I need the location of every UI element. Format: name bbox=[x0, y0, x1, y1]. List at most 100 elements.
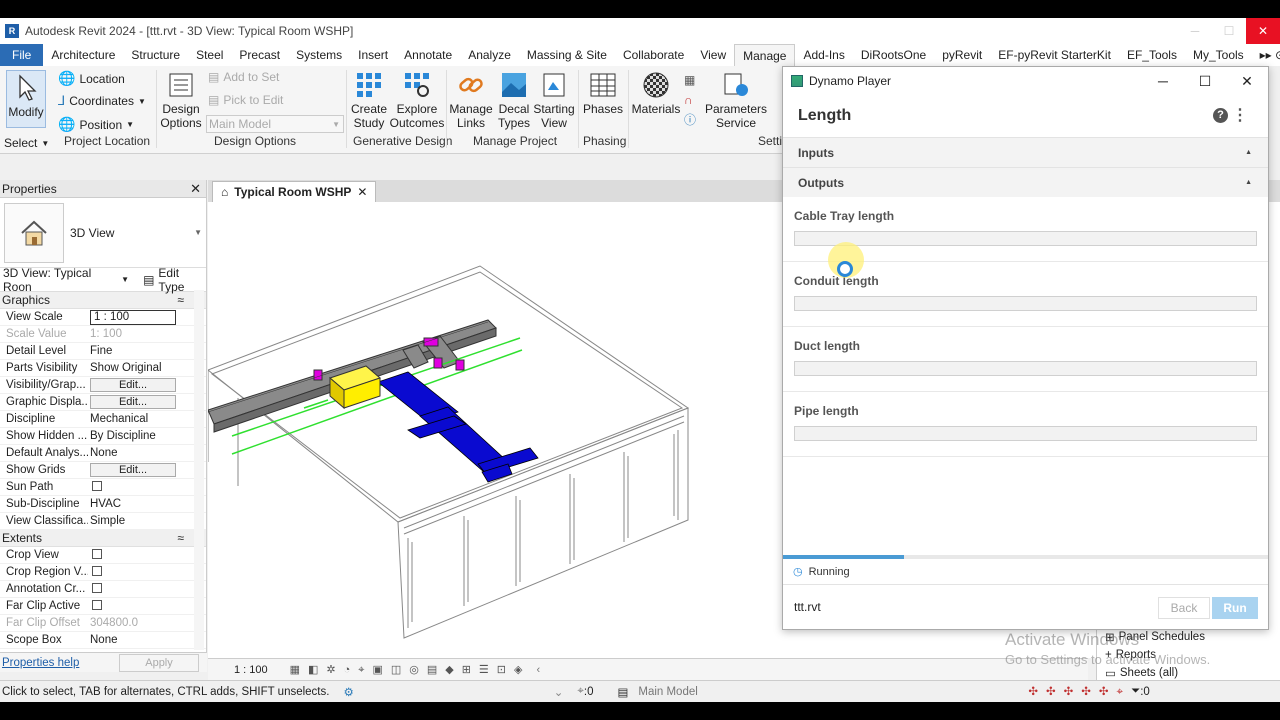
tab-massing-site[interactable]: Massing & Site bbox=[519, 44, 615, 66]
checkbox[interactable] bbox=[92, 582, 102, 593]
view-tab[interactable]: ⌂ Typical Room WSHP ✕ bbox=[212, 181, 377, 202]
property-value[interactable] bbox=[88, 650, 206, 651]
property-value[interactable]: Edit... bbox=[88, 395, 206, 409]
tab-insert[interactable]: Insert bbox=[350, 44, 396, 66]
worksets-icon[interactable]: ⚙ bbox=[343, 685, 353, 699]
close-icon[interactable]: ✕ bbox=[1246, 18, 1280, 44]
instance-selector[interactable]: 3D View: Typical Roon bbox=[3, 266, 119, 294]
add-to-set-button[interactable]: ▤ Add to Set bbox=[208, 70, 279, 84]
tab-view[interactable]: View bbox=[692, 44, 734, 66]
property-value[interactable]: None bbox=[88, 634, 206, 646]
edit-button[interactable]: Edit... bbox=[90, 463, 176, 477]
tab-collaborate[interactable]: Collaborate bbox=[615, 44, 692, 66]
checkbox[interactable] bbox=[92, 548, 102, 559]
project-info-icon[interactable]: ⓘ bbox=[684, 110, 696, 130]
filter-icon[interactable]: ⏷ bbox=[1131, 685, 1140, 698]
properties-scrollbar[interactable] bbox=[194, 290, 204, 650]
duct-length-output[interactable] bbox=[794, 361, 1257, 376]
more-options-icon[interactable]: ⋮ bbox=[1232, 105, 1248, 125]
property-value[interactable] bbox=[88, 582, 206, 596]
design-options-button[interactable]: Design Options bbox=[160, 70, 202, 130]
property-value[interactable]: By Discipline bbox=[88, 430, 206, 442]
pipe-length-output[interactable] bbox=[794, 426, 1257, 441]
conduit-length-output[interactable] bbox=[794, 296, 1257, 311]
active-design-option[interactable]: Main Model bbox=[638, 686, 768, 698]
run-button[interactable]: Run bbox=[1212, 597, 1258, 619]
property-value[interactable]: Show Original bbox=[88, 362, 206, 374]
property-value[interactable]: 304800.0 bbox=[88, 617, 206, 629]
modify-button[interactable]: Modify bbox=[6, 70, 46, 128]
cable-tray-length-output[interactable] bbox=[794, 231, 1257, 246]
decal-types-button[interactable]: Decal Types bbox=[496, 70, 532, 130]
tab-dirootsone[interactable]: DiRootsOne bbox=[853, 44, 934, 66]
outputs-section[interactable]: Outputs ▲ bbox=[783, 167, 1268, 197]
graphics-group-header[interactable]: Graphics ≈ bbox=[0, 292, 206, 309]
checkbox[interactable] bbox=[92, 599, 102, 610]
manage-links-button[interactable]: Manage Links bbox=[449, 70, 493, 130]
property-value[interactable]: None bbox=[88, 447, 206, 459]
help-icon[interactable]: ? bbox=[1213, 108, 1228, 123]
view-scale-control[interactable]: 1 : 100 bbox=[234, 664, 268, 676]
scroll-left-icon[interactable]: ‹ bbox=[536, 664, 540, 676]
tab-annotate[interactable]: Annotate bbox=[396, 44, 460, 66]
tab-architecture[interactable]: Architecture bbox=[43, 44, 123, 66]
property-value[interactable] bbox=[88, 565, 206, 579]
extents-group-header[interactable]: Extents ≈ bbox=[0, 530, 206, 547]
tab-precast[interactable]: Precast bbox=[231, 44, 288, 66]
coordinates-button[interactable]: ⅃ Coordinates ▼ bbox=[58, 93, 146, 109]
property-value[interactable] bbox=[88, 480, 206, 494]
explore-outcomes-button[interactable]: Explore Outcomes bbox=[390, 70, 444, 130]
checkbox[interactable] bbox=[92, 565, 102, 576]
tab-add-ins[interactable]: Add-Ins bbox=[795, 44, 852, 66]
design-option-select[interactable]: Main Model ▼ bbox=[206, 115, 344, 133]
back-button[interactable]: Back bbox=[1158, 597, 1210, 619]
property-value[interactable]: 1: 100 bbox=[88, 328, 206, 340]
property-value[interactable]: Mechanical bbox=[88, 413, 206, 425]
property-value[interactable]: Simple bbox=[88, 515, 206, 527]
design-option-status-icon[interactable]: ▤ bbox=[617, 685, 628, 699]
apply-button[interactable]: Apply bbox=[119, 653, 199, 672]
property-value[interactable]: Edit... bbox=[88, 378, 206, 392]
property-value[interactable] bbox=[88, 548, 206, 562]
type-selector[interactable]: 3D View ▼ bbox=[0, 198, 206, 268]
materials-button[interactable]: Materials bbox=[632, 70, 680, 116]
tab-pyrevit[interactable]: pyRevit bbox=[934, 44, 990, 66]
maximize-icon[interactable]: ☐ bbox=[1184, 67, 1226, 95]
tab-ef-pyrevit-starterkit[interactable]: EF-pyRevit StarterKit bbox=[990, 44, 1119, 66]
minimize-icon[interactable]: ─ bbox=[1178, 18, 1212, 44]
starting-view-button[interactable]: Starting View bbox=[533, 70, 575, 130]
properties-help-link[interactable]: Properties help bbox=[2, 657, 79, 669]
close-icon[interactable]: ✕ bbox=[1226, 67, 1268, 95]
tab-ef-tools[interactable]: EF_Tools bbox=[1119, 44, 1185, 66]
inputs-section[interactable]: Inputs ▲ bbox=[783, 137, 1268, 167]
tab-manage[interactable]: Manage bbox=[734, 44, 796, 66]
property-value[interactable]: 1 : 100 bbox=[88, 309, 206, 325]
more-tabs-icon[interactable]: ▸▸ ⊙▾ bbox=[1252, 44, 1280, 66]
snaps-magnet-icon[interactable]: ∩ bbox=[684, 90, 696, 110]
selection-filter-icons[interactable]: ✣✣✣✣✣⌖ bbox=[1028, 684, 1131, 699]
view-control-icons[interactable]: ▦◧✲◔⌖▣◫◎▤◆⊞☰⊡◈ bbox=[290, 663, 531, 677]
view-scale-input[interactable]: 1 : 100 bbox=[90, 309, 176, 325]
select-dropdown[interactable]: Select ▼ bbox=[4, 136, 49, 150]
edit-button[interactable]: Edit... bbox=[90, 378, 176, 392]
checkbox[interactable] bbox=[92, 650, 102, 651]
property-value[interactable]: Edit... bbox=[88, 463, 206, 477]
checkbox[interactable] bbox=[92, 480, 102, 491]
property-value[interactable]: HVAC bbox=[88, 498, 206, 510]
pick-to-edit-button[interactable]: ▤ Pick to Edit bbox=[208, 93, 283, 107]
tab-systems[interactable]: Systems bbox=[288, 44, 350, 66]
phases-button[interactable]: Phases bbox=[582, 70, 624, 116]
close-icon[interactable]: ✕ bbox=[190, 181, 201, 197]
object-styles-icon[interactable]: ▦ bbox=[684, 70, 696, 90]
minimize-icon[interactable]: ─ bbox=[1142, 67, 1184, 95]
parameters-service-button[interactable]: Parameters Service bbox=[704, 70, 768, 130]
tab-structure[interactable]: Structure bbox=[123, 44, 188, 66]
close-icon[interactable]: ✕ bbox=[357, 185, 367, 199]
tab-steel[interactable]: Steel bbox=[188, 44, 231, 66]
tab-file[interactable]: File bbox=[0, 44, 44, 66]
maximize-icon[interactable]: ☐ bbox=[1212, 18, 1246, 44]
property-value[interactable] bbox=[88, 599, 206, 613]
location-button[interactable]: 🌐 Location bbox=[58, 70, 125, 87]
tab-analyze[interactable]: Analyze bbox=[460, 44, 519, 66]
tab-my-tools[interactable]: My_Tools bbox=[1185, 44, 1252, 66]
